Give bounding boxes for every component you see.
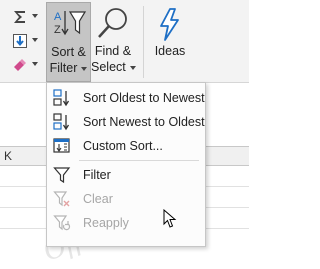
clear-filter-icon [53, 191, 70, 207]
chevron-down-icon [32, 38, 38, 42]
sort-filter-label-line2: Filter [47, 61, 90, 75]
menu-item-sort-oldest-to-newest[interactable]: Sort Oldest to Newest [47, 86, 205, 110]
sort-filter-button[interactable]: A Z Sort & Filter [46, 2, 91, 82]
find-select-button[interactable]: Find & Select [91, 2, 136, 80]
group-divider [143, 6, 144, 78]
find-select-label-line1: Find & [94, 44, 132, 58]
sort-filter-menu: Sort Oldest to Newest Sort Newest to Old… [46, 82, 206, 247]
chevron-down-icon [32, 14, 38, 18]
filter-icon [53, 167, 71, 184]
magnifier-icon [98, 8, 127, 38]
menu-item-label: Clear [83, 192, 113, 206]
menu-item-reapply[interactable]: Reapply [47, 211, 205, 235]
sort-filter-label-line1: Sort & [51, 45, 86, 59]
chevron-down-icon [129, 65, 136, 70]
menu-separator [79, 160, 199, 161]
find-select-label-line2: Select [91, 60, 136, 74]
mouse-cursor-icon [163, 209, 177, 228]
menu-item-label: Reapply [83, 216, 129, 230]
menu-item-label: Sort Oldest to Newest [83, 91, 205, 105]
svg-text:A: A [54, 11, 62, 23]
menu-item-filter[interactable]: Filter [47, 163, 205, 187]
svg-text:Z: Z [54, 24, 61, 36]
menu-item-custom-sort[interactable]: Custom Sort... [47, 134, 205, 158]
chevron-down-icon [32, 62, 38, 66]
menu-item-label: Custom Sort... [83, 139, 163, 153]
menu-item-label: Sort Newest to Oldest [83, 115, 205, 129]
fill-icon [13, 34, 27, 48]
fill-button[interactable] [4, 30, 42, 52]
ribbon: A Z Sort & Filter Find & Select Ideas [0, 0, 249, 83]
sort-filter-icon: A Z [54, 11, 87, 36]
menu-item-sort-newest-to-oldest[interactable]: Sort Newest to Oldest [47, 110, 205, 134]
custom-sort-icon [53, 138, 70, 153]
reapply-icon [53, 215, 71, 231]
ideas-button[interactable]: Ideas [150, 2, 190, 80]
clear-button[interactable] [4, 54, 42, 76]
ideas-label: Ideas [154, 44, 186, 58]
clear-icon [14, 59, 26, 71]
autosum-button[interactable] [4, 6, 42, 28]
menu-item-clear[interactable]: Clear [47, 187, 205, 211]
sort-oldest-to-newest-icon [53, 89, 70, 107]
lightning-icon [160, 8, 179, 41]
menu-item-label: Filter [83, 168, 111, 182]
autosum-icon [14, 11, 25, 23]
column-header-k[interactable]: K [4, 149, 12, 163]
sort-newest-to-oldest-icon [53, 113, 70, 131]
chevron-down-icon [81, 66, 88, 71]
